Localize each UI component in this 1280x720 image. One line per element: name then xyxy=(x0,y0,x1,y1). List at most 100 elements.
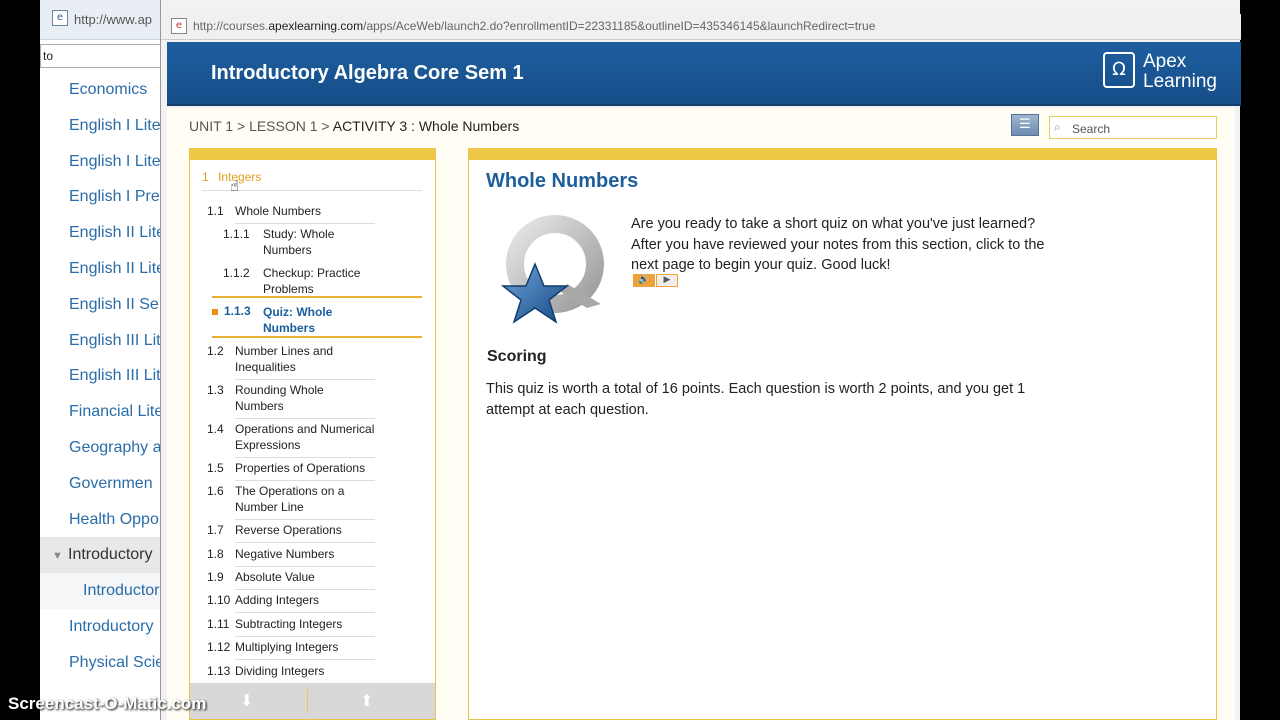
lesson-number: 1.5 xyxy=(207,461,224,475)
popup-address-bar[interactable]: e http://courses.apexlearning.com/apps/A… xyxy=(161,14,1241,40)
quiz-intro-text: Are you ready to take a short quiz on wh… xyxy=(631,216,1045,273)
lesson-number: 1.4 xyxy=(207,422,224,436)
search-input[interactable]: ⌕ Search xyxy=(1049,116,1217,139)
course-list-item[interactable]: Health Oppo xyxy=(40,502,165,538)
background-url-text: http://www.ap xyxy=(74,12,153,27)
course-list-item[interactable]: English II Lite xyxy=(40,215,165,251)
lesson-label: Number Lines and Inequalities xyxy=(235,343,375,380)
activity-label: Quiz: Whole Numbers xyxy=(263,305,333,335)
course-popup-window: e http://courses.apexlearning.com/apps/A… xyxy=(160,0,1241,720)
page-icon: e xyxy=(171,18,187,34)
course-list-item[interactable]: Financial Lite xyxy=(40,394,165,430)
lesson-label: Subtracting Integers xyxy=(235,616,375,637)
apex-learning-logo: Ω Apex Learning xyxy=(1103,50,1223,96)
popup-url-text: http://courses.apexlearning.com/apps/Ace… xyxy=(193,19,875,33)
lesson-label: Whole Numbers xyxy=(235,203,375,224)
url-domain: apexlearning.com xyxy=(268,19,364,33)
course-list-item[interactable]: English I Lite xyxy=(40,144,165,180)
lesson-label: Rounding Whole Numbers xyxy=(235,382,375,419)
lesson-number: 1.12 xyxy=(207,640,231,654)
expand-triangle-icon: ▼ xyxy=(52,550,63,563)
lesson-number: 1.11 xyxy=(207,617,230,631)
breadcrumb-lesson[interactable]: LESSON 1 xyxy=(249,118,317,134)
unit-number: 1 xyxy=(202,170,209,184)
activity-number: 1.1.1 xyxy=(223,227,250,241)
course-list-item[interactable]: English I Lite xyxy=(40,108,165,144)
course-list-item[interactable]: Physical Scie xyxy=(40,645,165,681)
outline-scroll-controls: ⬇ ⬆ xyxy=(190,683,435,719)
lesson-label: Multiplying Integers xyxy=(235,639,375,660)
lesson-number: 1.1 xyxy=(207,204,224,218)
mouse-cursor-icon: ☝ xyxy=(230,177,240,195)
lesson-number: 1.7 xyxy=(207,523,224,537)
lesson-number: 1.8 xyxy=(207,547,224,561)
course-header-bar: Introductory Algebra Core Sem 1 Ω Apex L… xyxy=(167,42,1241,106)
activity-content-panel: Whole Numbers Are you ready to take a sh… xyxy=(468,148,1217,720)
course-list-item-expanded[interactable]: ▼ Introductory xyxy=(40,537,165,574)
page-icon: e xyxy=(52,10,68,26)
course-list-item[interactable]: Governmen xyxy=(40,466,165,502)
course-list-item[interactable]: Economics xyxy=(40,72,165,108)
divider xyxy=(307,689,308,713)
course-list-item[interactable]: Geography a xyxy=(40,430,165,466)
url-prefix: http://courses. xyxy=(193,19,269,33)
logo-line-1: Apex xyxy=(1143,51,1187,72)
course-content-area: UNIT 1 > LESSON 1 > ACTIVITY 3 : Whole N… xyxy=(167,108,1235,720)
breadcrumb: UNIT 1 > LESSON 1 > ACTIVITY 3 : Whole N… xyxy=(189,118,519,134)
background-search-input[interactable]: to xyxy=(40,44,165,68)
lesson-label: Absolute Value xyxy=(235,569,375,590)
course-list-item[interactable]: Introductory xyxy=(40,609,165,645)
activity-title: Whole Numbers xyxy=(486,170,639,192)
outline-scroll-area[interactable]: 1 Integers 1.1 Whole Numbers 1.1.1 Study: W… xyxy=(190,160,435,680)
course-list-item[interactable]: English III Lit xyxy=(40,323,165,359)
url-path: /apps/AceWeb/launch2.do?enrollmentID=223… xyxy=(363,19,876,33)
activity-number: 1.1.2 xyxy=(223,266,250,280)
list-icon: ☰ xyxy=(1019,117,1031,132)
activity-label: Study: Whole Numbers xyxy=(263,227,335,257)
breadcrumb-unit[interactable]: UNIT 1 xyxy=(189,118,233,134)
course-title: Introductory Algebra Core Sem 1 xyxy=(211,62,524,84)
lesson-label: The Operations on a Number Line xyxy=(235,483,375,520)
lesson-number: 1.2 xyxy=(207,344,224,358)
background-address-bar[interactable]: e http://www.ap xyxy=(40,0,165,40)
lesson-number: 1.9 xyxy=(207,570,224,584)
activity-number: 1.1.3 xyxy=(224,304,251,318)
screen: e http://www.ap to Economics English I L… xyxy=(0,0,1280,720)
play-icon[interactable]: ▶ xyxy=(656,274,678,287)
scroll-down-arrow-icon[interactable]: ⬇ xyxy=(240,691,253,710)
course-list-item[interactable]: English III Lit xyxy=(40,358,165,394)
lesson-label: Operations and Numerical Expressions xyxy=(235,421,375,458)
course-list-item[interactable]: English II Lite xyxy=(40,251,165,287)
search-icon: ⌕ xyxy=(1054,120,1061,134)
active-bullet-icon xyxy=(212,309,218,315)
breadcrumb-activity: ACTIVITY 3 : Whole Numbers xyxy=(332,118,520,134)
course-outline-panel: 1 Integers 1.1 Whole Numbers 1.1.1 Study: W… xyxy=(189,148,436,720)
lesson-number: 1.3 xyxy=(207,383,224,397)
apex-logo-icon: Ω xyxy=(1103,52,1135,88)
search-placeholder: Search xyxy=(1072,122,1111,136)
audio-player[interactable]: 🔊 ▶ xyxy=(633,274,679,287)
lesson-label: Adding Integers xyxy=(235,592,375,613)
outline-activity-active[interactable]: 1.1.3 Quiz: Whole Numbers xyxy=(212,296,422,338)
speaker-icon[interactable]: 🔊 xyxy=(633,274,655,287)
scoring-heading: Scoring xyxy=(487,348,547,365)
lesson-label: Reverse Operations xyxy=(235,522,375,543)
lesson-label: Negative Numbers xyxy=(235,546,375,567)
course-list-item-label: Introductory xyxy=(68,546,153,564)
activity-label: Checkup: Practice Problems xyxy=(263,266,361,296)
lesson-label: Dividing Integers xyxy=(235,663,375,680)
screencast-watermark: Screencast-O-Matic.com xyxy=(8,694,207,713)
lesson-number: 1.10 xyxy=(207,593,231,607)
logo-line-2: Learning xyxy=(1143,71,1217,92)
outline-list-button[interactable]: ☰ xyxy=(1011,114,1039,136)
lesson-label: Properties of Operations xyxy=(235,460,375,481)
course-list-item[interactable]: English II Se xyxy=(40,287,165,323)
course-list-item[interactable]: English I Pre xyxy=(40,179,165,215)
apex-logo-text: Apex Learning xyxy=(1143,52,1217,92)
scoring-text: This quiz is worth a total of 16 points.… xyxy=(486,381,1026,418)
course-list-subitem[interactable]: Introductor xyxy=(40,573,165,609)
background-course-list: Economics English I Lite English I Lite … xyxy=(40,72,165,681)
lesson-number: 1.6 xyxy=(207,484,224,498)
scroll-up-arrow-icon[interactable]: ⬆ xyxy=(360,691,373,710)
breadcrumb-separator: > xyxy=(233,118,250,134)
